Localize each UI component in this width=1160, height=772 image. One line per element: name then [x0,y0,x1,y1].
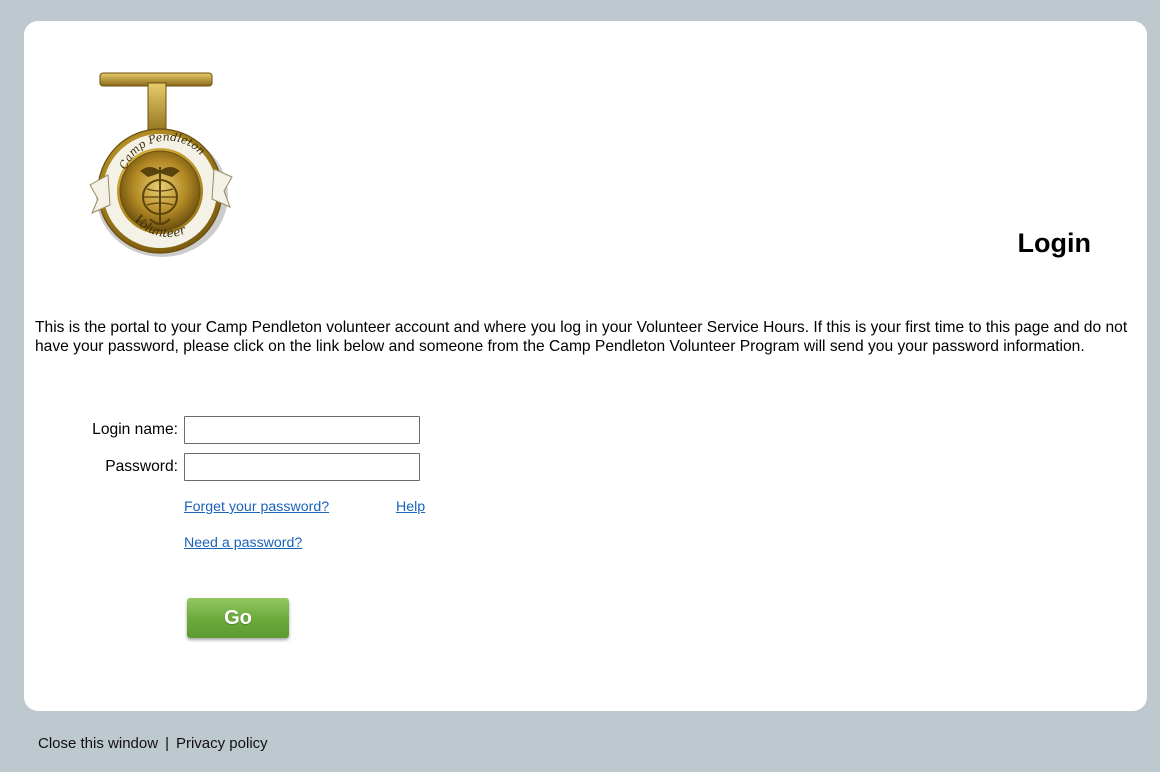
intro-text: This is the portal to your Camp Pendleto… [35,319,1128,355]
help-link[interactable]: Help [396,499,425,515]
login-card: Camp Pendleton Volunteer Login This is t… [24,21,1147,711]
login-name-label: Login name: [92,421,178,438]
password-input[interactable] [184,453,420,481]
password-label: Password: [105,458,178,475]
top-strip [0,0,1160,6]
close-window-link[interactable]: Close this window [38,735,158,752]
footer-separator: | [165,735,169,752]
need-password-link[interactable]: Need a password? [184,535,302,551]
volunteer-emblem-logo: Camp Pendleton Volunteer [89,72,233,257]
forgot-password-link[interactable]: Forget your password? [184,499,329,515]
login-name-input[interactable] [184,416,420,444]
page-title: Login [1017,228,1091,258]
password-row: Password: [24,453,524,481]
privacy-policy-link[interactable]: Privacy policy [176,735,268,752]
go-button[interactable]: Go [187,598,289,638]
footer: Close this window | Privacy policy [38,735,268,752]
login-name-row: Login name: [24,416,524,444]
